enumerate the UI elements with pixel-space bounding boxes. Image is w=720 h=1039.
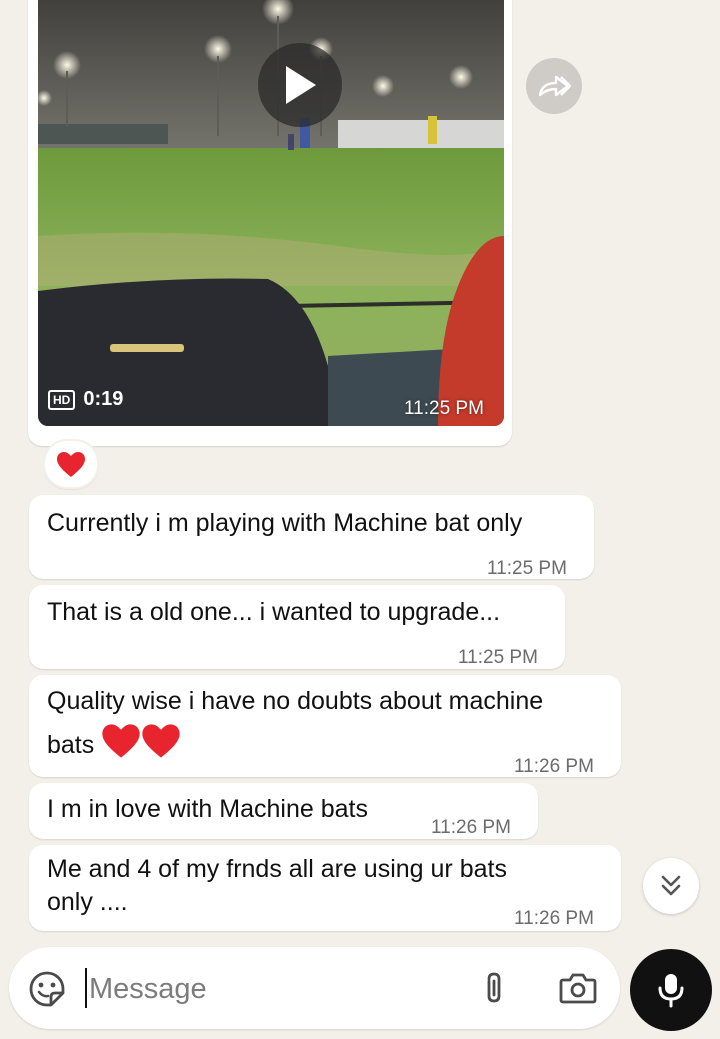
- play-button[interactable]: [258, 43, 342, 127]
- camera-icon[interactable]: [559, 971, 597, 1005]
- message-text: Me and 4 of my frnds all are using ur ba…: [47, 855, 507, 883]
- video-timestamp: 11:25 PM: [404, 398, 484, 419]
- message-bubble[interactable]: Quality wise i have no doubts about mach…: [29, 675, 621, 777]
- attach-icon[interactable]: [481, 971, 507, 1007]
- forward-icon: [538, 75, 571, 97]
- hd-badge: HD: [48, 389, 76, 410]
- message-text-line2: only ....: [47, 888, 128, 916]
- message-time: 11:25 PM: [458, 647, 538, 668]
- sticker-icon[interactable]: [29, 971, 65, 1007]
- reaction-badge[interactable]: [43, 439, 99, 489]
- message-text: That is a old one... i wanted to upgrade…: [47, 598, 501, 626]
- voice-record-button[interactable]: [630, 949, 712, 1031]
- message-text: Quality wise i have no doubts about mach…: [47, 687, 544, 715]
- video-message-bubble[interactable]: HD 0:19 11:25 PM: [28, 0, 512, 446]
- heart-emoji-icon: [142, 724, 180, 758]
- message-time: 11:26 PM: [431, 817, 511, 838]
- message-bubble[interactable]: That is a old one... i wanted to upgrade…: [29, 585, 565, 669]
- scroll-to-bottom-button[interactable]: [643, 858, 699, 914]
- video-duration: 0:19: [83, 388, 124, 410]
- message-text-word: bats: [47, 731, 95, 759]
- heart-emoji-icon: [102, 724, 140, 758]
- message-composer: [9, 947, 620, 1029]
- message-time: 11:25 PM: [487, 558, 567, 579]
- scroll-down-icon: [661, 875, 681, 896]
- heart-icon: [57, 451, 85, 477]
- message-time: 11:26 PM: [514, 908, 594, 929]
- video-duration-badge: HD 0:19: [48, 388, 123, 411]
- message-bubble[interactable]: I m in love with Machine bats 11:26 PM: [29, 783, 538, 839]
- message-text: Currently i m playing with Machine bat o…: [47, 509, 523, 537]
- message-time: 11:26 PM: [514, 756, 594, 777]
- play-icon: [286, 66, 316, 104]
- mic-icon: [658, 974, 684, 1008]
- message-bubble[interactable]: Me and 4 of my frnds all are using ur ba…: [29, 845, 621, 931]
- message-bubble[interactable]: Currently i m playing with Machine bat o…: [29, 495, 594, 579]
- message-text: I m in love with Machine bats: [47, 795, 368, 823]
- message-text-line2: bats: [47, 723, 181, 762]
- message-input[interactable]: [87, 965, 451, 1013]
- forward-button[interactable]: [526, 58, 582, 114]
